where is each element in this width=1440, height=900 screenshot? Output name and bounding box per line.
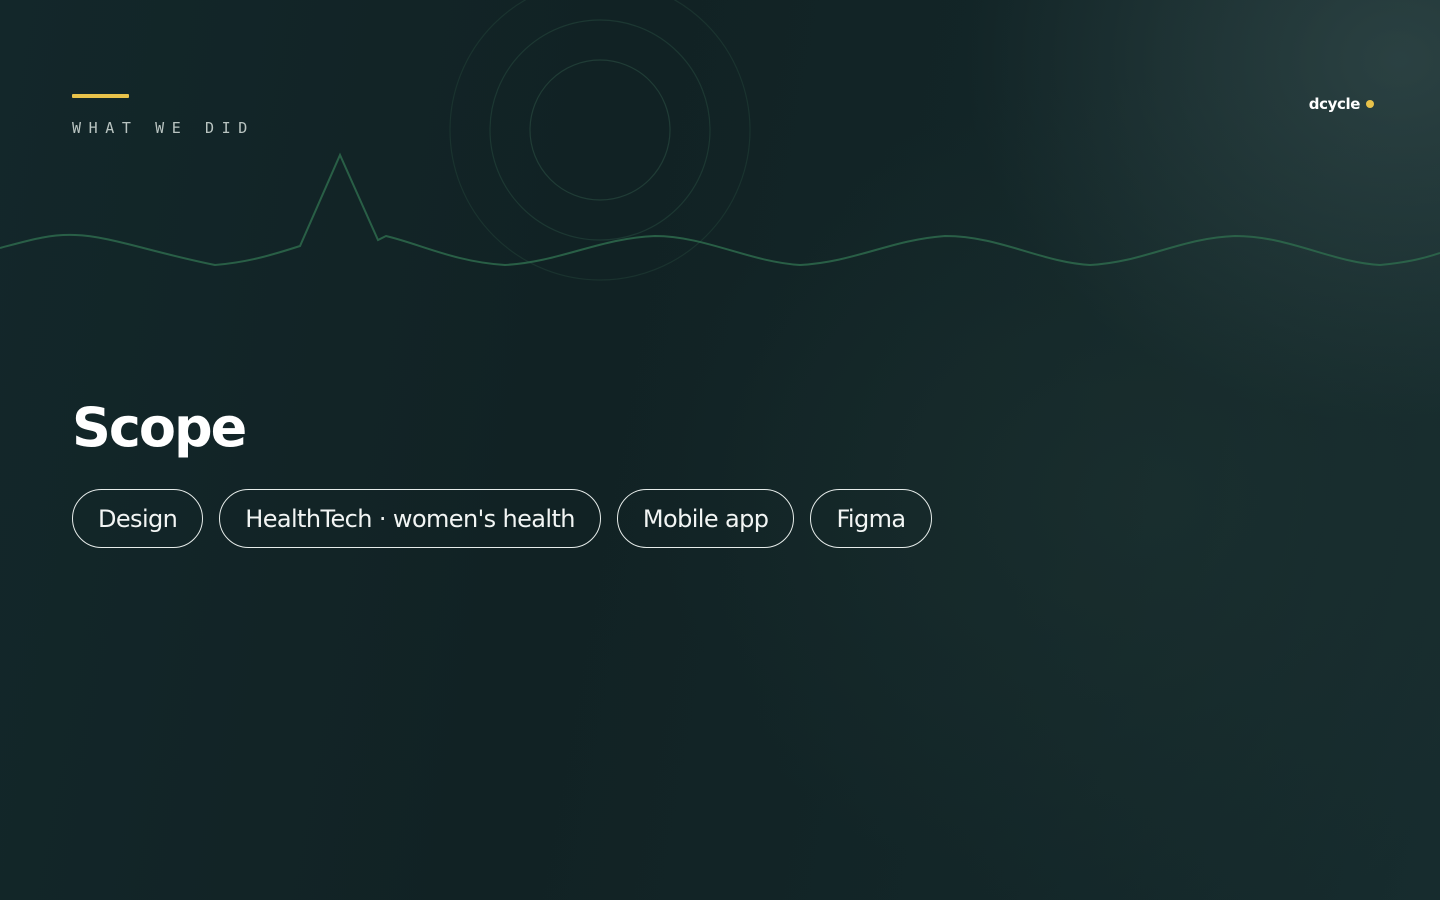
brand-dot-icon (1366, 100, 1374, 108)
tag-mobile-app: Mobile app (616, 489, 795, 548)
concentric-rings-icon (449, 0, 751, 281)
brand-logo: dcycle (1309, 93, 1374, 115)
ring-inner (529, 59, 671, 201)
page-title: Scope (72, 396, 247, 459)
ring-middle (489, 19, 711, 241)
section-eyebrow: WHAT WE DID (72, 119, 255, 137)
tag-design: Design (72, 489, 204, 548)
slide: WHAT WE DID dcycle Scope Design HealthTe… (0, 0, 1440, 900)
heartbeat-wave-icon (0, 152, 1440, 267)
eyebrow-accent-bar (72, 94, 129, 98)
brand-name: dcycle (1308, 95, 1361, 113)
scope-tags: Design HealthTech · women's health Mobil… (72, 489, 932, 548)
tag-figma: Figma (810, 489, 932, 548)
tag-healthtech: HealthTech · women's health (219, 489, 601, 548)
ring-outer (449, 0, 751, 281)
